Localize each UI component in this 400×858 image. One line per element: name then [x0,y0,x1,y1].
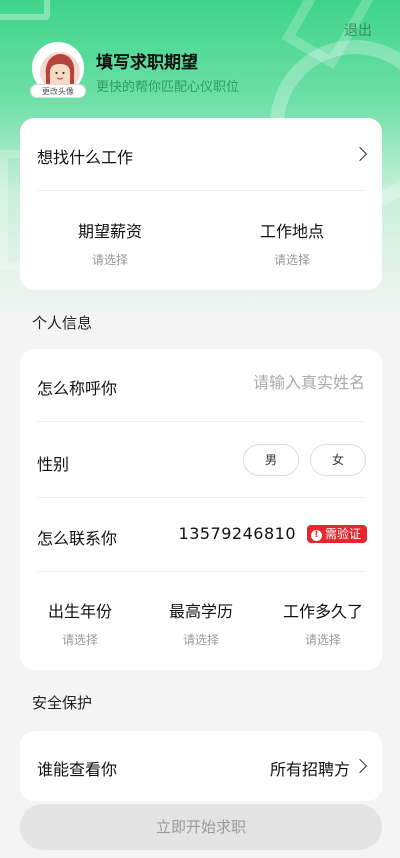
what-job-label[interactable]: 想找什么工作 [37,144,133,168]
birth-year-selector[interactable]: 出生年份 请选择 [25,598,135,648]
divider [37,571,365,572]
who-can-see-value: 所有招聘方 [269,760,350,779]
personal-info-title: 个人信息 [32,314,93,332]
personal-info-card: 怎么称呼你 性别 男 女 怎么联系你 13579246810 !需验证 出生年份… [20,349,382,670]
education-label: 最高学历 [168,602,233,621]
decorative-shape [0,0,50,20]
gender-male-button[interactable]: 男 [243,444,299,476]
page-title: 填写求职期望 [96,53,198,73]
change-avatar-label[interactable]: 更改头像 [30,84,86,98]
gender-label: 性别 [37,455,70,474]
divider [37,421,365,422]
chevron-right-icon[interactable] [352,758,368,774]
location-selector[interactable]: 工作地点 请选择 [242,218,342,268]
salary-label: 期望薪资 [77,222,142,241]
contact-label: 怎么联系你 [37,529,118,548]
name-label: 怎么称呼你 [37,379,118,398]
salary-selector[interactable]: 期望薪资 请选择 [60,218,160,268]
birth-year-label: 出生年份 [47,602,112,621]
privacy-card[interactable]: 谁能查看你 所有招聘方 [20,731,382,801]
birth-year-value: 请选择 [61,633,98,647]
name-input[interactable] [165,373,365,392]
who-can-see-label: 谁能查看你 [37,760,118,779]
location-value: 请选择 [273,253,310,267]
education-value: 请选择 [182,633,219,647]
start-job-search-button[interactable]: 立即开始求职 [20,804,382,850]
work-experience-value: 请选择 [304,633,341,647]
verify-badge-label: 需验证 [324,527,361,541]
exclamation-icon: ! [310,530,322,541]
work-experience-label: 工作多久了 [282,602,363,621]
work-experience-selector[interactable]: 工作多久了 请选择 [267,598,379,648]
location-label: 工作地点 [259,222,324,241]
logout-button[interactable]: 退出 [344,20,372,40]
divider [37,190,365,191]
salary-value: 请选择 [91,253,128,267]
gender-female-button[interactable]: 女 [310,444,366,476]
page-subtitle: 更快的帮你匹配心仪职位 [96,80,240,95]
phone-number[interactable]: 13579246810 [179,524,296,543]
job-expectation-card: 想找什么工作 期望薪资 请选择 工作地点 请选择 [20,118,382,290]
security-title: 安全保护 [32,694,93,712]
chevron-right-icon[interactable] [352,146,368,162]
verify-badge[interactable]: ! 需验证 [306,525,367,543]
education-selector[interactable]: 最高学历 请选择 [146,598,256,648]
divider [37,497,365,498]
